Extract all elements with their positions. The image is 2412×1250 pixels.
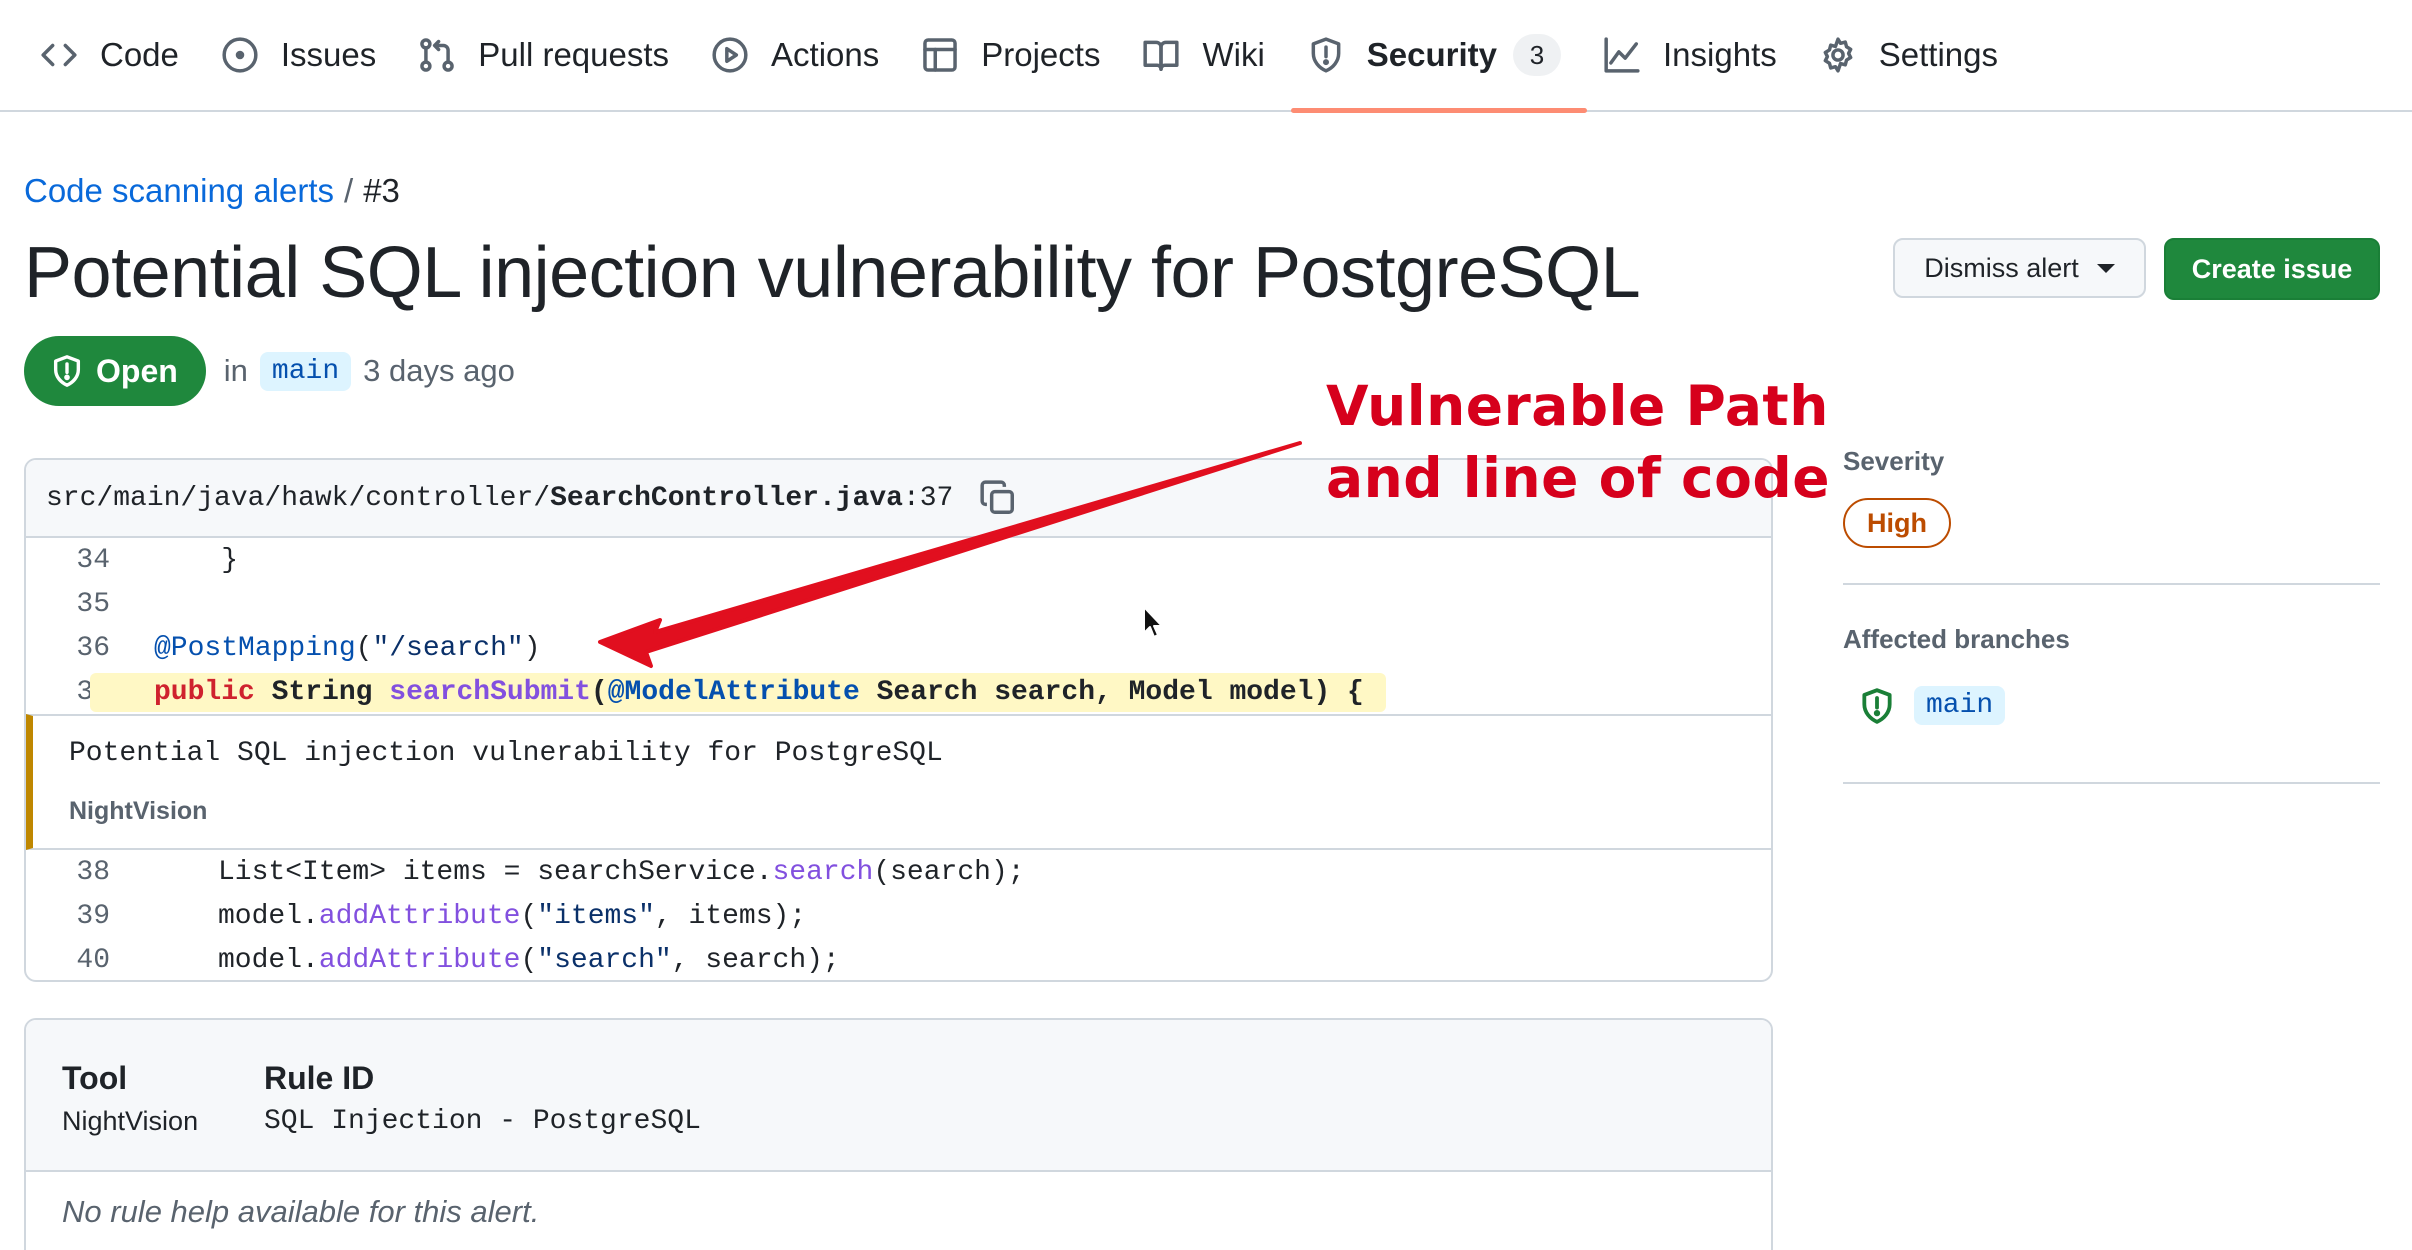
line-content: List<Item> items = searchService.search(… [218,856,1025,888]
sidebar-divider [1843,782,2380,784]
tool-heading: Tool [62,1060,128,1096]
tab-label: Actions [771,36,880,73]
tab-label: Code [100,36,179,73]
highlighted-code-line: 37 public String searchSubmit(@ModelAttr… [26,670,1771,714]
annotation-line-2: and line of code [1326,446,1831,510]
affected-branch-item: main [1858,686,2006,725]
repo-nav: Code Issues Pull requests Actions Projec… [0,0,2412,113]
code-snippet-panel: src/main/java/hawk/controller/SearchCont… [24,458,1773,982]
line-number: 36 [76,632,110,664]
dismiss-alert-button[interactable]: Dismiss alert [1893,238,2146,298]
tab-wiki[interactable]: Wiki [1126,0,1290,111]
pull-request-icon [420,38,455,72]
tab-label: Wiki [1202,36,1265,73]
rule-help-text: No rule help available for this alert. [62,1194,540,1229]
code-icon [41,43,77,67]
tab-label: Security [1366,36,1498,73]
copy-icon[interactable] [979,479,1017,517]
breadcrumb: Code scanning alerts / #3 [24,172,400,210]
issue-circle-icon [222,37,258,73]
inline-alert-tool: NightVision [69,797,208,825]
line-number: 35 [76,588,110,620]
breadcrumb-code-scanning-link[interactable]: Code scanning alerts [24,172,334,209]
line-content: public String searchSubmit(@ModelAttribu… [90,672,1386,712]
tab-code[interactable]: Code [24,0,205,111]
dismiss-alert-label: Dismiss alert [1924,252,2079,283]
line-content: model.addAttribute("items", items); [218,900,807,932]
code-line: 38 List<Item> items = searchService.sear… [26,850,1771,894]
tab-label: Issues [280,36,377,73]
tab-actions[interactable]: Actions [695,0,905,111]
rule-details-header: Tool NightVision Rule ID SQL Injection -… [26,1020,1771,1172]
severity-label: Severity [1843,446,1945,476]
line-number: 34 [76,544,110,576]
annotation-line-1: Vulnerable Path [1326,374,1829,438]
breadcrumb-separator: / [344,172,354,209]
in-label: in [223,353,248,388]
code-line: 39 model.addAttribute("items", items); [26,894,1771,938]
security-alert-count: 3 [1513,34,1562,76]
line-content: @PostMapping("/search") [154,632,541,664]
create-issue-button[interactable]: Create issue [2164,238,2380,300]
tab-issues[interactable]: Issues [205,0,402,111]
tab-projects[interactable]: Projects [905,0,1126,111]
tab-label: Settings [1878,36,1998,73]
tab-pull-requests[interactable]: Pull requests [402,0,695,111]
code-line: 36 @PostMapping("/search") [26,626,1771,670]
affected-branches-label: Affected branches [1843,624,2070,654]
line-content: } [154,544,239,576]
branch-chip[interactable]: main [259,351,352,391]
tab-settings[interactable]: Settings [1803,0,2024,111]
tab-label: Projects [981,36,1101,73]
affected-branch-chip[interactable]: main [1914,686,2006,725]
graph-icon [1604,37,1640,73]
code-line: 40 model.addAttribute("search", search); [26,938,1771,980]
breadcrumb-current: #3 [363,172,400,209]
rule-id-heading: Rule ID [264,1060,375,1096]
shield-icon [1311,37,1341,73]
line-number: 39 [76,900,110,932]
shield-check-icon [1862,687,1892,724]
alert-age: 3 days ago [363,353,515,388]
table-icon [923,38,958,72]
sidebar-divider [1843,583,2380,585]
tab-label: Pull requests [478,36,670,73]
file-name: SearchController.java [550,482,903,514]
code-line: 35 [26,582,1771,626]
annotation-token: @PostMapping [154,632,356,664]
alert-state-row: Open in main 3 days ago [24,336,515,406]
rule-id-value: SQL Injection - PostgreSQL [264,1106,701,1137]
rule-details-panel: Tool NightVision Rule ID SQL Injection -… [24,1018,1773,1250]
play-icon [712,37,748,73]
tab-insights[interactable]: Insights [1587,0,1803,111]
status-badge: Open [24,336,206,406]
caret-down-icon [2096,263,2115,273]
line-number: 38 [76,856,110,888]
tab-label: Insights [1663,36,1777,73]
inline-alert: Potential SQL injection vulnerability fo… [26,714,1771,850]
file-line-number: :37 [902,482,954,514]
page-title: Potential SQL injection vulnerability fo… [24,233,1641,313]
book-icon [1143,40,1180,71]
gear-icon [1823,37,1853,73]
inline-alert-message: Potential SQL injection vulnerability fo… [69,738,943,769]
line-content: model.addAttribute("search", search); [218,944,840,976]
file-path[interactable]: src/main/java/hawk/controller/SearchCont… [46,483,953,514]
shield-icon [53,355,81,387]
string-token: "/search" [372,632,524,664]
mouse-cursor-icon [1143,606,1163,638]
tab-security[interactable]: Security 3 [1290,0,1588,113]
severity-badge: High [1843,498,1951,548]
line-number: 40 [76,944,110,976]
status-label: Open [96,352,178,389]
annotation-label: Vulnerable Path and line of code [1326,370,1830,514]
file-path-dir: src/main/java/hawk/controller/ [46,482,551,514]
tool-value: NightVision [62,1106,199,1136]
code-line: 34 } [26,538,1771,582]
